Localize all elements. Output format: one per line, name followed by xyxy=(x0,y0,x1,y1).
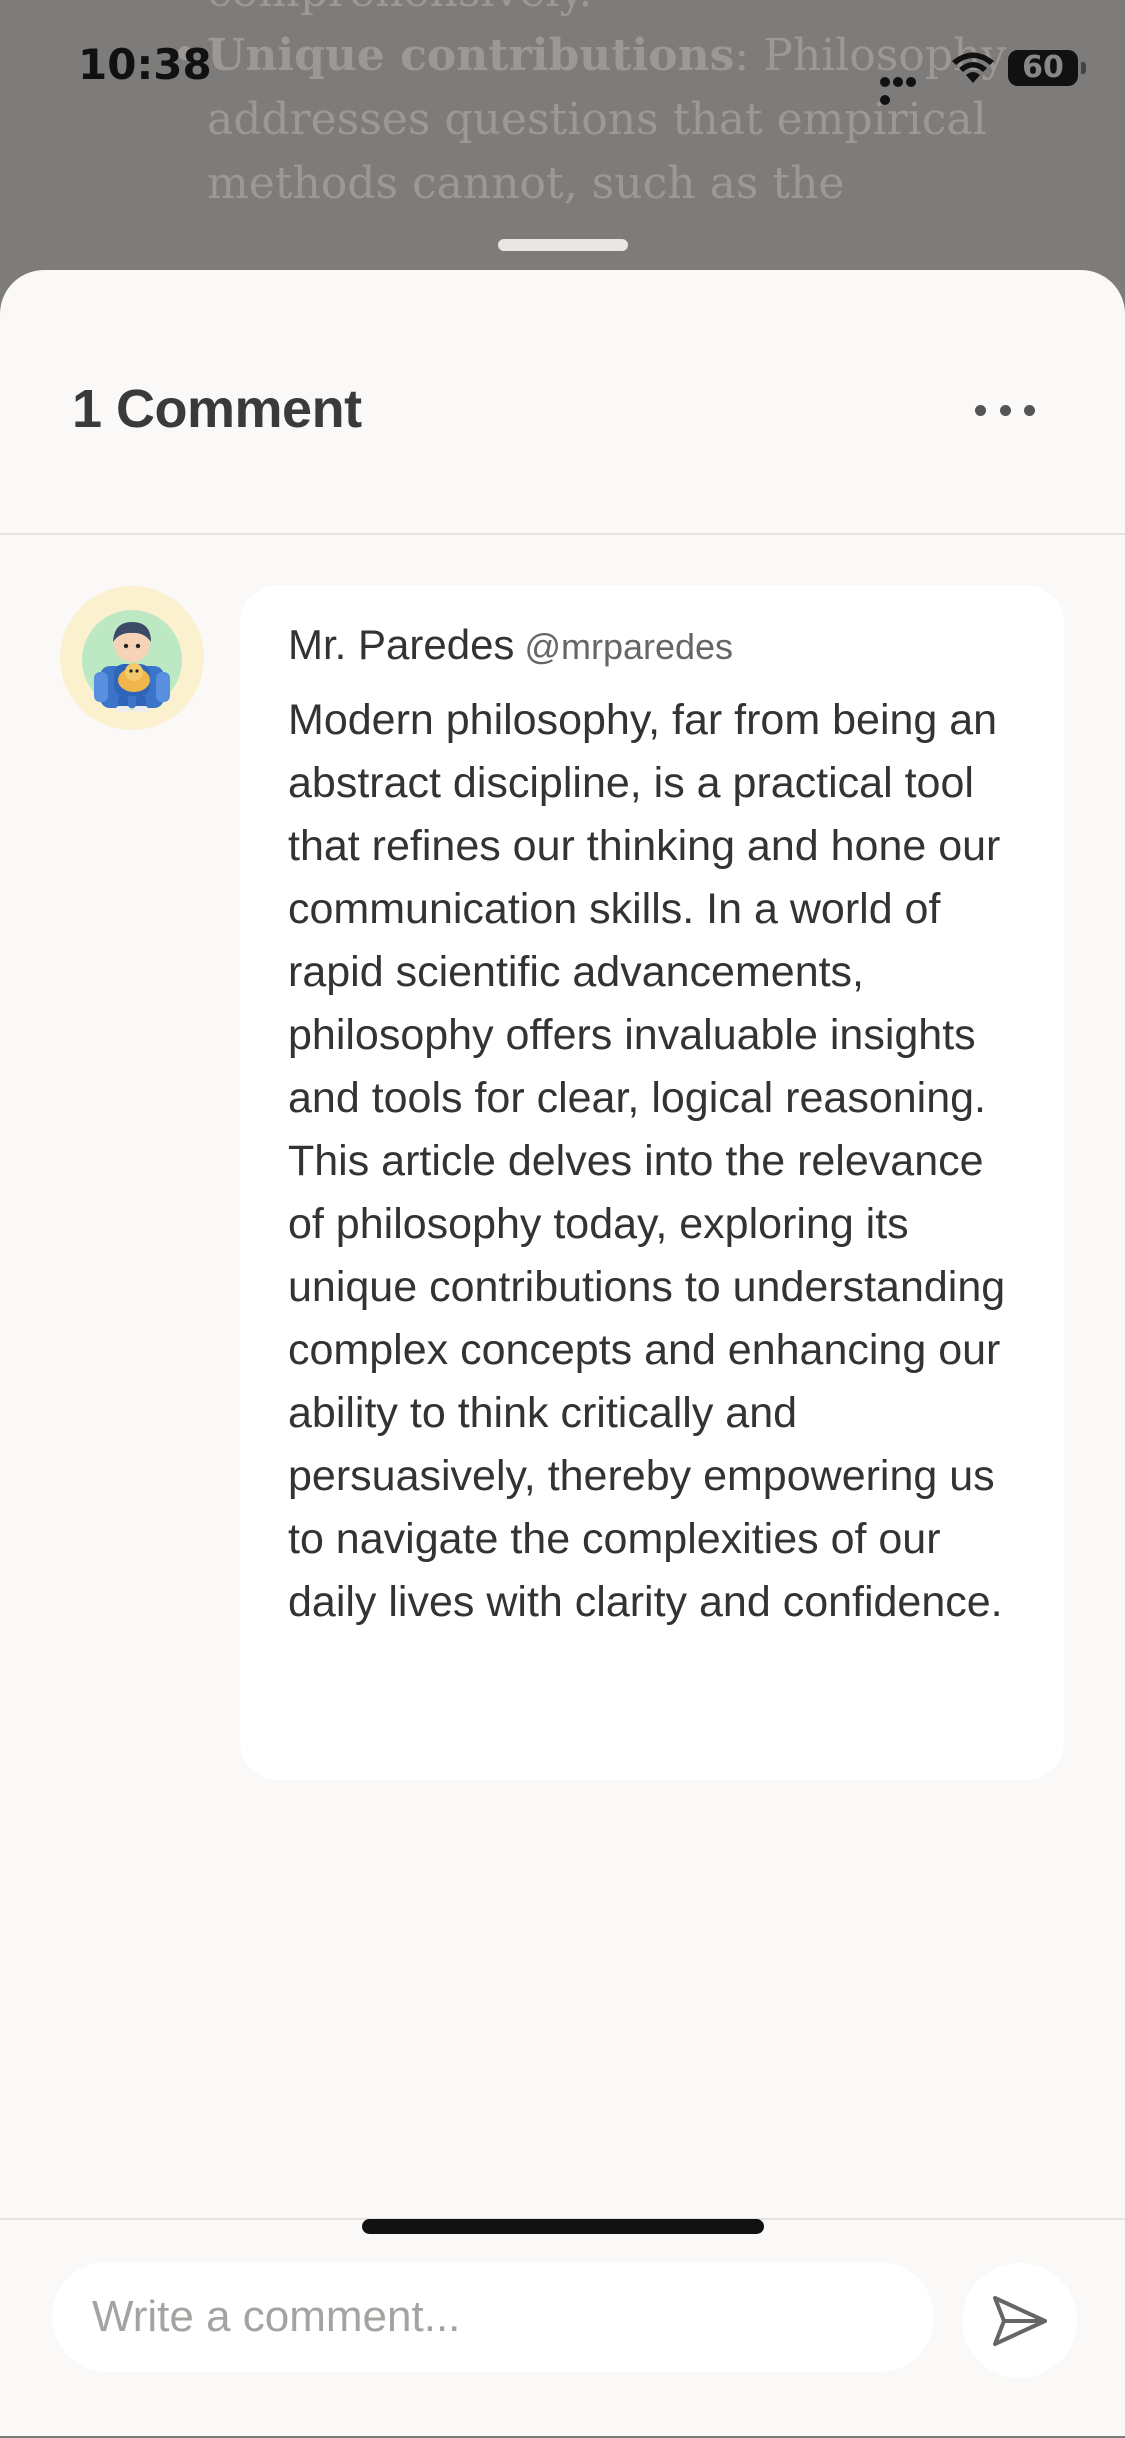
comment-composer xyxy=(0,2218,1125,2438)
comment-author-handle[interactable]: @mrparedes xyxy=(524,626,733,667)
avatar-illustration xyxy=(82,610,182,712)
more-options-icon[interactable] xyxy=(975,400,1035,420)
cellular-signal-icon xyxy=(880,74,930,105)
status-bar: 10:38 60 xyxy=(0,0,1125,140)
send-icon xyxy=(992,2295,1047,2346)
article-line: methods cannot, such as the xyxy=(207,158,845,209)
comment-input[interactable] xyxy=(52,2262,934,2372)
comment-author-line: Mr. Paredes @mrparedes xyxy=(288,621,733,669)
comment-author-name[interactable]: Mr. Paredes xyxy=(288,621,514,668)
sheet-grabber-handle[interactable] xyxy=(498,239,628,251)
comment-text: Modern philosophy, far from being an abs… xyxy=(288,696,1006,1626)
status-time: 10:38 xyxy=(78,40,212,89)
comments-sheet: 1 Comment Mr. Paredes @mrparedes Modern … xyxy=(0,270,1125,2436)
send-button[interactable] xyxy=(962,2263,1077,2378)
home-indicator[interactable] xyxy=(362,2219,764,2234)
comment-bubble[interactable]: Mr. Paredes @mrparedes Modern philosophy,… xyxy=(240,585,1064,1780)
wifi-icon xyxy=(952,52,994,83)
sheet-header: 1 Comment xyxy=(0,270,1125,535)
battery-icon: 60 xyxy=(1008,50,1086,86)
comment-count-title: 1 Comment xyxy=(72,379,362,439)
avatar[interactable] xyxy=(60,586,204,730)
